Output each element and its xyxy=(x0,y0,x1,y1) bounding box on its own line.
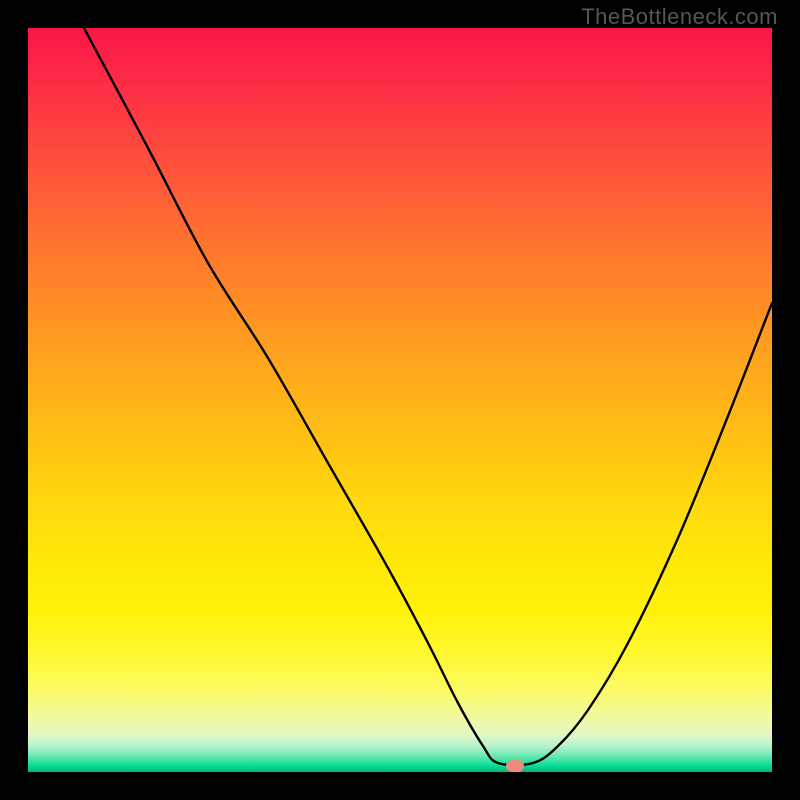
bottleneck-curve xyxy=(28,28,772,772)
watermark-text: TheBottleneck.com xyxy=(581,4,778,30)
plot-area xyxy=(28,28,772,772)
chart-container: TheBottleneck.com xyxy=(0,0,800,800)
optimum-marker xyxy=(506,760,524,772)
